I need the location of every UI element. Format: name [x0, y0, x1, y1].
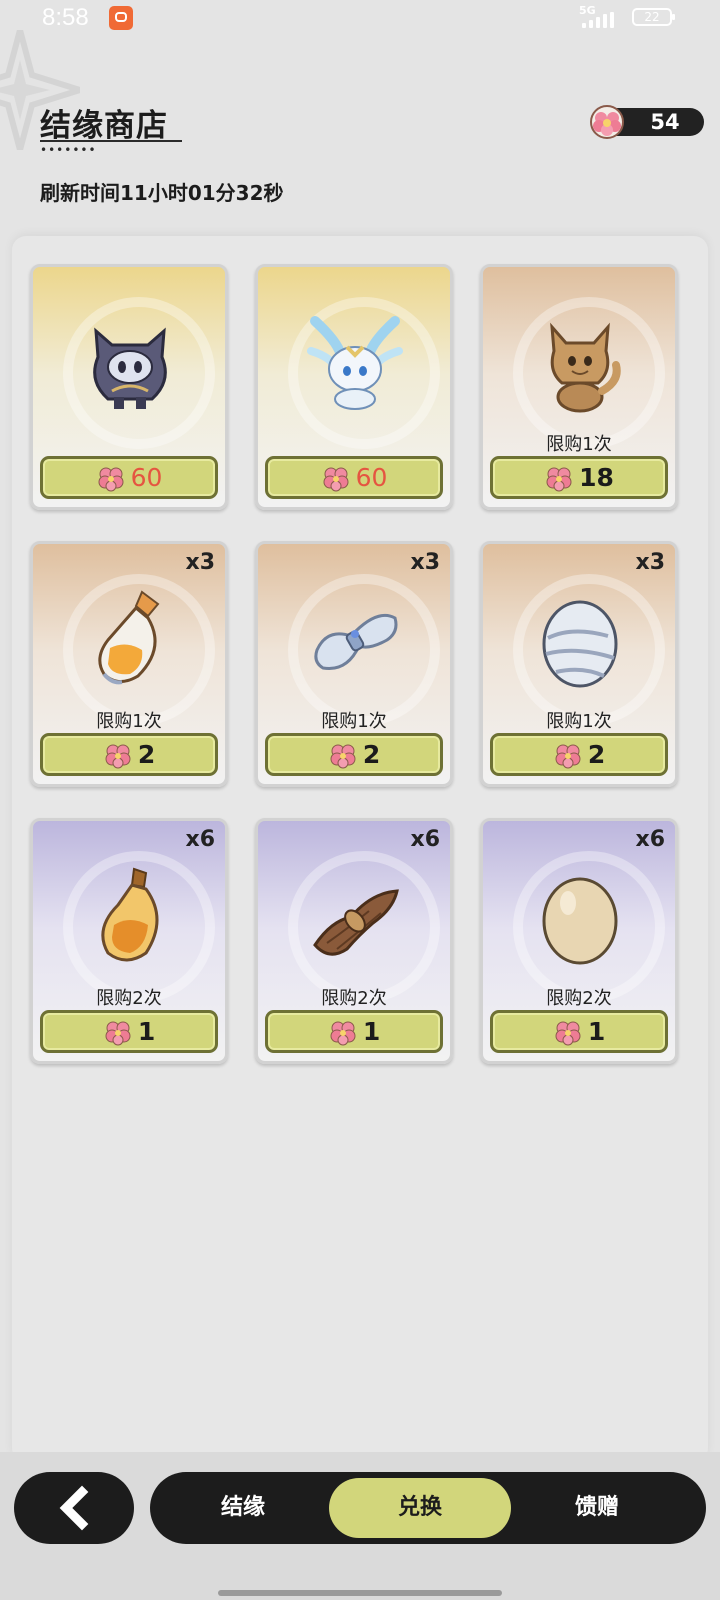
- page-title: 结缘商店: [40, 108, 168, 144]
- item-quantity: x6: [185, 827, 216, 852]
- shop-item-card[interactable]: x3 限购1次 2: [30, 541, 228, 787]
- shop-item-card[interactable]: x6 限购2次 1: [255, 818, 453, 1064]
- item-quantity: x3: [635, 550, 666, 575]
- purchase-limit: 限购2次: [321, 988, 387, 1009]
- silver-cloth-bundle-icon: [314, 613, 398, 671]
- price-value: 60: [130, 463, 163, 492]
- signal-icon: [580, 12, 622, 28]
- shop-item-card[interactable]: 限购1次 18: [480, 264, 678, 510]
- purchase-limit: 限购2次: [546, 988, 612, 1009]
- brown-beast-creature-icon: [550, 322, 621, 413]
- amber-potion-bottle-icon: [101, 867, 159, 962]
- battery-icon: 22: [632, 8, 675, 26]
- purchase-limit: 限购1次: [321, 711, 387, 732]
- purchase-limit: 限购2次: [96, 988, 162, 1009]
- price-value: 1: [362, 1017, 381, 1046]
- app-notification-icon: [109, 6, 133, 30]
- brown-fiber-bundle-icon: [313, 889, 399, 956]
- bond-flower-currency-icon: [105, 744, 131, 768]
- shop-item-card[interactable]: 60: [255, 264, 453, 510]
- shop-item-card[interactable]: x6 限购2次 1: [30, 818, 228, 1064]
- price-value: 2: [137, 740, 156, 769]
- price-button[interactable]: 1: [490, 1010, 668, 1053]
- shop-item-card[interactable]: x3 限购1次 2: [255, 541, 453, 787]
- purchase-limit: 限购1次: [546, 711, 612, 732]
- tab-gift[interactable]: 馈赠: [536, 1472, 658, 1544]
- shop-item-card[interactable]: x3 限购1次 2: [480, 541, 678, 787]
- status-bar: 8:58 5G 22: [0, 0, 720, 36]
- back-arrow-icon: [59, 1485, 89, 1531]
- currency-counter: 54: [590, 105, 704, 139]
- dark-cat-creature-icon: [93, 327, 167, 409]
- price-value: 1: [137, 1017, 156, 1046]
- tab-bond[interactable]: 结缘: [182, 1472, 304, 1544]
- bond-flower-currency-icon: [323, 467, 349, 491]
- bond-flower-currency-icon: [546, 467, 572, 491]
- crystal-fox-creature-icon: [307, 316, 403, 410]
- bond-flower-currency-icon: [330, 744, 356, 768]
- item-quantity: x3: [185, 550, 216, 575]
- plain-egg-icon: [542, 877, 618, 965]
- purchase-limit: 限购1次: [96, 711, 162, 732]
- orange-potion-bottle-icon: [98, 590, 160, 685]
- currency-amount: 54: [650, 110, 680, 134]
- price-value: 60: [355, 463, 388, 492]
- tab-exchange[interactable]: 兑换: [329, 1478, 511, 1538]
- price-button[interactable]: 2: [490, 733, 668, 776]
- price-button[interactable]: 2: [40, 733, 218, 776]
- bond-flower-currency-icon: [555, 1021, 581, 1045]
- price-button[interactable]: 1: [265, 1010, 443, 1053]
- price-value: 2: [587, 740, 606, 769]
- status-time: 8:58: [42, 4, 89, 31]
- price-value: 2: [362, 740, 381, 769]
- price-button[interactable]: 1: [40, 1010, 218, 1053]
- bond-flower-currency-icon: [330, 1021, 356, 1045]
- price-button[interactable]: 60: [265, 456, 443, 499]
- price-value: 1: [587, 1017, 606, 1046]
- item-quantity: x6: [410, 827, 441, 852]
- title-underline: [40, 140, 182, 142]
- back-button[interactable]: [14, 1472, 134, 1544]
- item-quantity: x3: [410, 550, 441, 575]
- bond-flower-currency-icon: [590, 105, 624, 139]
- price-value: 18: [579, 463, 614, 492]
- price-button[interactable]: 2: [265, 733, 443, 776]
- price-button[interactable]: 60: [40, 456, 218, 499]
- bottom-tab-bar: 结缘 兑换 馈赠: [150, 1472, 706, 1544]
- silver-egg-icon: [542, 600, 618, 688]
- purchase-limit: 限购1次: [546, 434, 612, 455]
- shop-item-card[interactable]: x6 限购2次 1: [480, 818, 678, 1064]
- refresh-timer: 刷新时间11小时01分32秒: [40, 181, 284, 205]
- shop-item-card[interactable]: 60: [30, 264, 228, 510]
- battery-level: 22: [644, 10, 660, 24]
- title-dots: •••••••: [40, 143, 97, 157]
- price-button[interactable]: 18: [490, 456, 668, 499]
- item-quantity: x6: [635, 827, 666, 852]
- bond-flower-currency-icon: [105, 1021, 131, 1045]
- home-indicator[interactable]: [218, 1590, 502, 1596]
- bond-flower-currency-icon: [98, 467, 124, 491]
- bond-flower-currency-icon: [555, 744, 581, 768]
